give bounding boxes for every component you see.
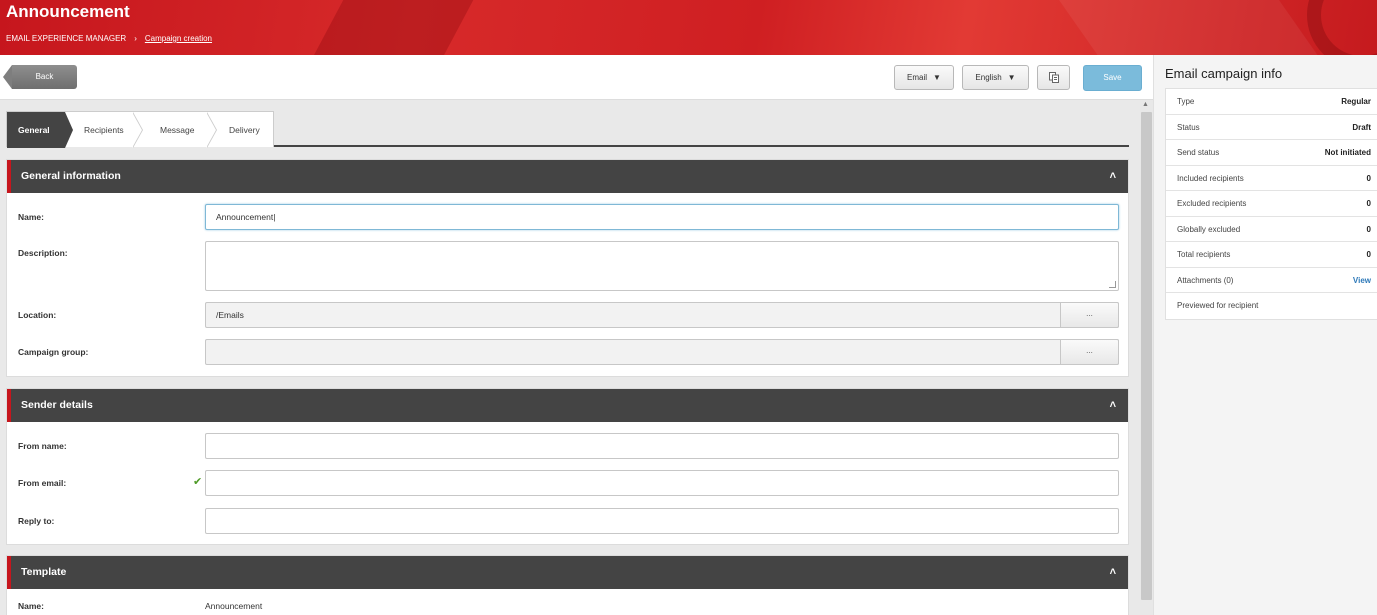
reply-to-label: Reply to: — [18, 516, 55, 526]
breadcrumb: EMAIL EXPERIENCE MANAGER › Campaign creati… — [6, 34, 212, 43]
back-button[interactable]: Back — [3, 65, 77, 89]
sender-details-panel: Sender details ˄ From name: From email: … — [6, 388, 1129, 545]
campaign-group-select-button[interactable]: ... — [1060, 339, 1119, 365]
from-name-input[interactable] — [205, 433, 1119, 459]
panel-header[interactable]: Sender details ˄ — [7, 389, 1128, 422]
info-row: Send status Not initiated — [1166, 140, 1377, 166]
tab-separator-icon — [132, 112, 143, 148]
resize-handle-icon[interactable] — [1109, 281, 1116, 288]
info-key: Included recipients — [1177, 173, 1244, 183]
reply-to-input[interactable] — [205, 508, 1119, 534]
info-value: 0 — [1366, 199, 1371, 208]
type-select[interactable]: Email ▼ — [894, 65, 954, 90]
info-row: Included recipients 0 — [1166, 166, 1377, 191]
tab-delivery[interactable]: Delivery — [229, 112, 260, 148]
breadcrumb-campaign-creation-link[interactable]: Campaign creation — [145, 34, 212, 43]
info-key: Type — [1177, 97, 1195, 106]
description-textarea[interactable] — [205, 241, 1119, 291]
info-row: Attachments (0) View — [1166, 268, 1377, 293]
location-field: /Emails... — [205, 302, 1119, 328]
panel-header[interactable]: General information ˄ — [7, 160, 1128, 193]
name-input-value: Announcement — [216, 212, 274, 222]
info-key: Total recipients — [1177, 250, 1231, 259]
location-select-button[interactable]: ... — [1060, 302, 1119, 328]
info-value: Not initiated — [1324, 148, 1371, 157]
info-row: Excluded recipients 0 — [1166, 191, 1377, 217]
copy-icon — [1048, 72, 1059, 84]
header-banner: Announcement EMAIL EXPERIENCE MANAGER › Ca… — [0, 0, 1377, 55]
from-email-label: From email: — [18, 478, 67, 488]
panel-title: Template — [21, 566, 67, 578]
tab-separator-icon — [206, 112, 217, 148]
email-campaign-info-panel: Email campaign info Type Regular Status Dr… — [1153, 55, 1377, 615]
info-key: Previewed for recipient — [1177, 301, 1259, 310]
location-value: /Emails — [216, 310, 244, 320]
panel-header[interactable]: Template ˄ — [7, 556, 1128, 589]
collapse-icon[interactable]: ˄ — [1110, 389, 1116, 422]
campaign-info-table: Type Regular Status Draft Send status Not i… — [1165, 88, 1377, 320]
collapse-icon[interactable]: ˄ — [1110, 160, 1116, 193]
name-label: Name: — [18, 212, 44, 222]
type-select-value: Email — [907, 73, 928, 82]
main-scrollbar[interactable]: ▲ — [1140, 100, 1153, 615]
location-label: Location: — [18, 310, 57, 320]
panel-title: General information — [21, 170, 121, 182]
info-row: Status Draft — [1166, 115, 1377, 140]
info-row: Previewed for recipient — [1166, 293, 1377, 319]
description-label: Description: — [18, 248, 68, 258]
info-row: Total recipients 0 — [1166, 242, 1377, 268]
breadcrumb-separator-icon: › — [134, 34, 137, 43]
tab-message[interactable]: Message — [160, 112, 195, 148]
language-select[interactable]: English ▼ — [962, 65, 1029, 90]
info-key: Send status — [1177, 148, 1220, 157]
info-value: Regular — [1341, 97, 1371, 106]
check-icon: ✔ — [193, 476, 203, 488]
tab-general[interactable]: General — [7, 112, 73, 148]
campaign-group-field: ... — [205, 339, 1119, 365]
info-key: Status — [1177, 122, 1200, 132]
page-title: Announcement — [6, 2, 130, 21]
info-value: 0 — [1366, 173, 1371, 183]
template-panel: Template ˄ Name: Announcement — [6, 555, 1129, 615]
caret-down-icon: ▼ — [1007, 73, 1016, 82]
from-email-input[interactable] — [205, 470, 1119, 496]
info-key: Globally excluded — [1177, 224, 1241, 234]
general-information-panel: General information ˄ Name: Announcement… — [6, 159, 1129, 377]
panel-title: Sender details — [21, 399, 93, 411]
collapse-icon[interactable]: ˄ — [1110, 556, 1116, 589]
info-row: Globally excluded 0 — [1166, 217, 1377, 242]
template-name-label: Name: — [18, 601, 44, 611]
side-panel-title: Email campaign info — [1165, 66, 1283, 81]
info-row: Type Regular — [1166, 89, 1377, 115]
info-value: 0 — [1366, 250, 1371, 259]
scroll-up-arrow-icon[interactable]: ▲ — [1142, 101, 1149, 108]
main-content: General Recipients Message Delivery Gene… — [0, 100, 1140, 615]
tab-recipients[interactable]: Recipients — [84, 112, 124, 148]
scroll-thumb[interactable] — [1141, 112, 1152, 600]
view-attachments-link[interactable]: View — [1353, 268, 1371, 293]
template-name-value: Announcement — [205, 601, 263, 611]
info-key: Attachments (0) — [1177, 275, 1234, 285]
breadcrumb-root: EMAIL EXPERIENCE MANAGER — [6, 34, 127, 43]
tab-bar: General Recipients Message Delivery — [6, 111, 1129, 148]
caret-down-icon: ▼ — [933, 73, 941, 82]
from-name-label: From name: — [18, 441, 67, 451]
campaign-group-label: Campaign group: — [18, 347, 89, 357]
toolbar: Back Email ▼ English ▼ Save — [0, 55, 1153, 100]
save-button[interactable]: Save — [1083, 65, 1142, 91]
info-value: Draft — [1352, 122, 1371, 132]
info-key: Excluded recipients — [1177, 199, 1247, 208]
info-value: 0 — [1366, 224, 1371, 234]
name-input[interactable]: Announcement| — [205, 204, 1119, 230]
language-select-value: English — [975, 73, 1002, 82]
copy-button[interactable] — [1037, 65, 1070, 90]
